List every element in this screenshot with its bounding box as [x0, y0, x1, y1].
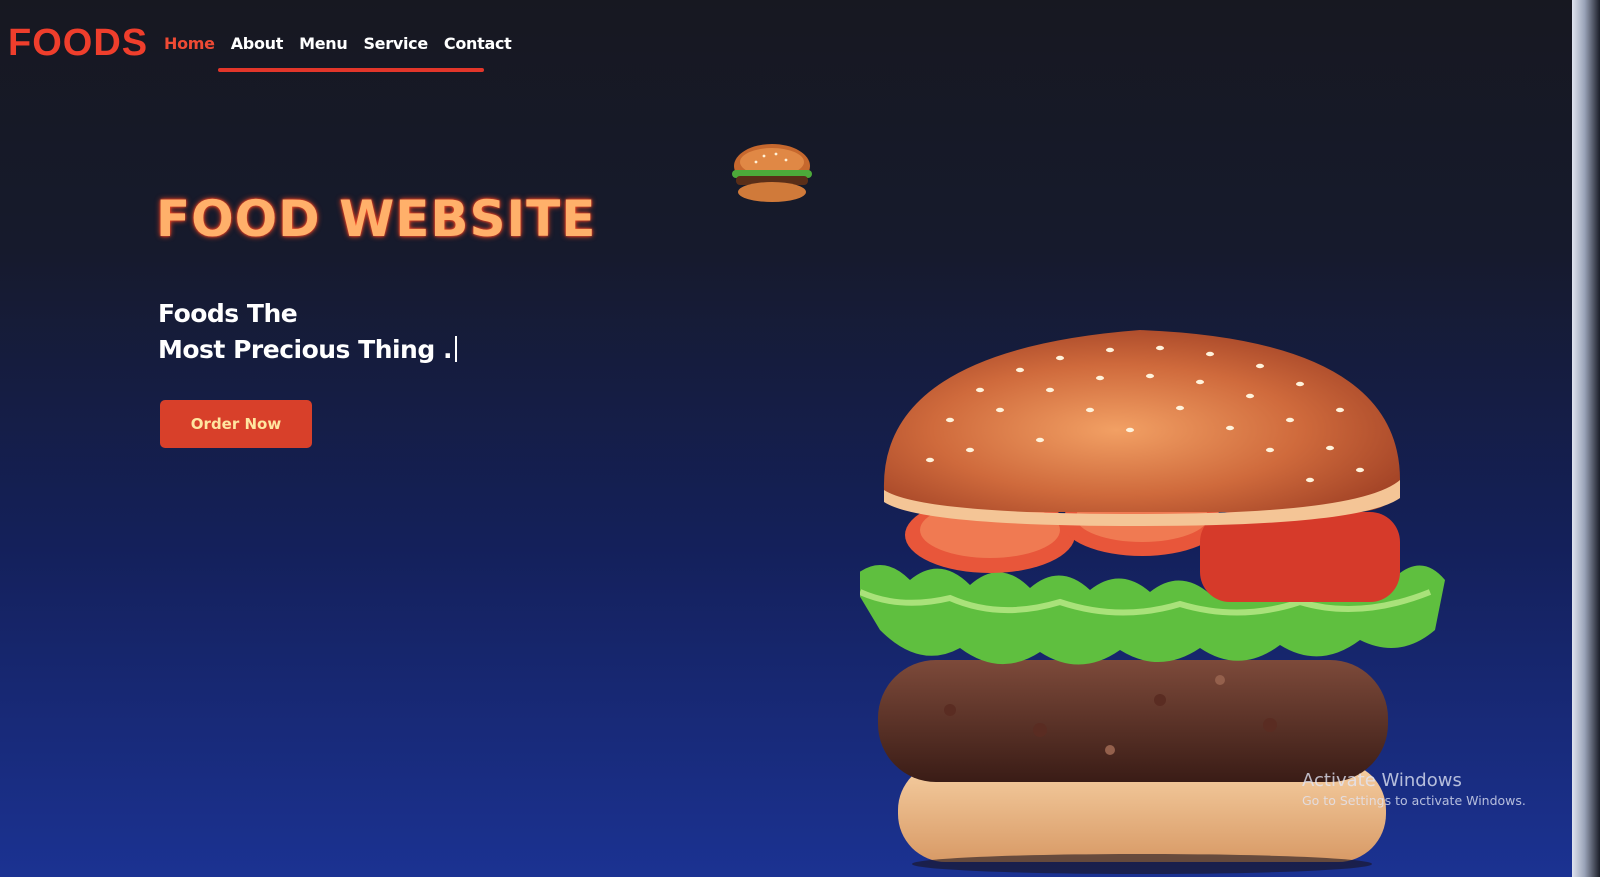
order-now-button[interactable]: Order Now [160, 400, 312, 448]
hero-subtitle-line2: Most Precious Thing . [158, 335, 452, 364]
site-logo[interactable]: FOODS [8, 22, 148, 65]
activate-windows-watermark: Activate Windows Go to Settings to activ… [1302, 770, 1526, 808]
hero-title: FOOD WEBSITE [156, 190, 597, 248]
typing-cursor [454, 336, 457, 362]
nav-service[interactable]: Service [363, 34, 428, 53]
nav-underline [218, 68, 484, 72]
browser-viewport: FOODS Home About Menu Service Contact FO… [0, 0, 1580, 877]
nav-home[interactable]: Home [164, 34, 215, 53]
screen-bezel [1572, 0, 1600, 877]
hero-subtitle: Foods The Most Precious Thing . [158, 296, 457, 368]
watermark-subtitle: Go to Settings to activate Windows. [1302, 793, 1526, 808]
main-nav: Home About Menu Service Contact [164, 34, 512, 53]
hero-subtitle-line1: Foods The [158, 299, 298, 328]
burger-icon [732, 144, 812, 202]
watermark-title: Activate Windows [1302, 770, 1462, 791]
nav-menu[interactable]: Menu [299, 34, 348, 53]
nav-about[interactable]: About [231, 34, 284, 53]
nav-contact[interactable]: Contact [444, 34, 512, 53]
